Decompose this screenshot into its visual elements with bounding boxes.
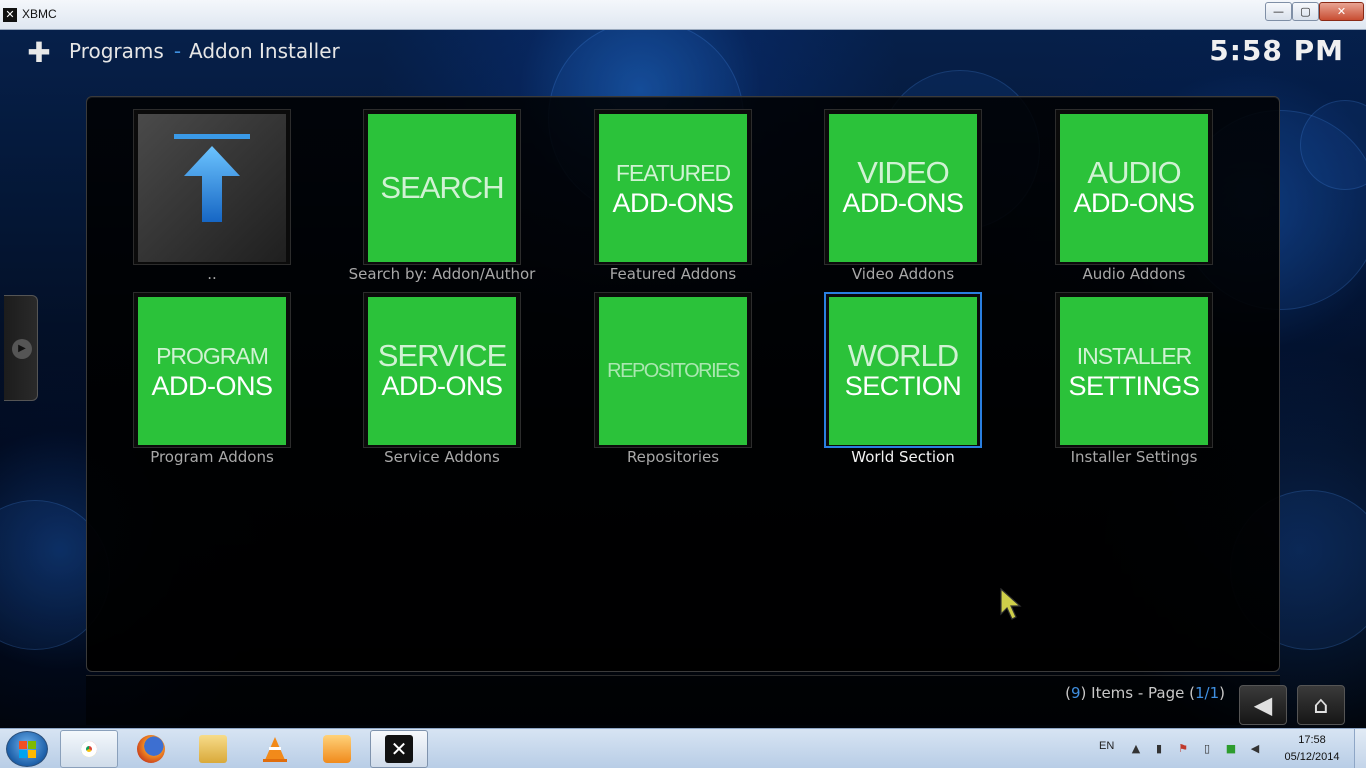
chevron-right-icon: ▶ bbox=[12, 339, 32, 359]
volume-icon[interactable]: ◀ bbox=[1249, 743, 1261, 755]
tile-text: AUDIO bbox=[1087, 155, 1181, 190]
maximize-button[interactable]: ▢ bbox=[1292, 2, 1319, 21]
tile-image: INSTALLER SETTINGS bbox=[1060, 297, 1208, 445]
tile-text: WORLD bbox=[847, 338, 959, 373]
tile-image: FEATURED ADD-ONS bbox=[599, 114, 747, 262]
tray-date[interactable]: 05/12/2014 bbox=[1280, 751, 1344, 763]
home-button[interactable]: ⌂ bbox=[1297, 685, 1345, 725]
page-indicator: 1/1 bbox=[1195, 684, 1220, 702]
tile-text: SECTION bbox=[844, 371, 962, 401]
tile-text: ADD-ONS bbox=[612, 188, 734, 218]
item-count: (9) Items - Page (1/1) bbox=[1065, 684, 1225, 702]
grid-item-search[interactable]: SEARCH Search by: Addon/Author bbox=[317, 97, 547, 283]
tile-frame: SERVICE ADD-ONS bbox=[363, 292, 521, 448]
tile-label: World Section bbox=[851, 448, 955, 466]
close-button[interactable]: ✕ bbox=[1319, 2, 1364, 21]
xbmc-icon: ✕ bbox=[3, 8, 17, 22]
puzzle-icon: ✚ bbox=[27, 36, 51, 69]
tile-image: AUDIO ADD-ONS bbox=[1060, 114, 1208, 262]
system-tray: EN ▲ ▮ ⚑ ▯ ■ ◀ 17:58 05/12/2014 bbox=[0, 729, 1366, 768]
tile-text: ADD-ONS bbox=[842, 188, 964, 218]
tile-label: Program Addons bbox=[150, 448, 274, 466]
tile-frame bbox=[133, 109, 291, 265]
home-icon: ⌂ bbox=[1313, 691, 1329, 719]
flag-alert-icon[interactable]: ⚑ bbox=[1177, 743, 1189, 755]
grid-item-audio[interactable]: AUDIO ADD-ONS Audio Addons bbox=[1009, 97, 1239, 283]
tile-frame: FEATURED ADD-ONS bbox=[594, 109, 752, 265]
tile-text: INSTALLER bbox=[1076, 343, 1193, 369]
window-title: XBMC bbox=[22, 7, 57, 21]
tile-frame: AUDIO ADD-ONS bbox=[1055, 109, 1213, 265]
breadcrumb-page: Addon Installer bbox=[189, 39, 340, 63]
side-menu-tab[interactable]: ▶ bbox=[4, 295, 38, 401]
xbmc-stage: ✚ Programs - Addon Installer 5:58 PM ▶ .… bbox=[0, 30, 1366, 728]
tile-text: ADD-ONS bbox=[1073, 188, 1195, 218]
grid-item-program[interactable]: PROGRAM ADD-ONS Program Addons bbox=[87, 280, 317, 466]
up-arrow-icon bbox=[138, 114, 286, 262]
breadcrumb-separator: - bbox=[173, 39, 182, 63]
grid-item-service[interactable]: SERVICE ADD-ONS Service Addons bbox=[317, 280, 547, 466]
item-count-number: 9 bbox=[1070, 684, 1081, 702]
battery-icon[interactable]: ▯ bbox=[1201, 743, 1213, 755]
grid-item-repositories[interactable]: REPOSITORIES Repositories bbox=[548, 280, 778, 466]
tile-label: Service Addons bbox=[384, 448, 500, 466]
tile-frame: SEARCH bbox=[363, 109, 521, 265]
tile-frame: VIDEO ADD-ONS bbox=[824, 109, 982, 265]
tile-image: PROGRAM ADD-ONS bbox=[138, 297, 286, 445]
tile-text: FEATURED bbox=[615, 160, 731, 186]
tile-image: SERVICE ADD-ONS bbox=[368, 297, 516, 445]
tray-time[interactable]: 17:58 bbox=[1290, 734, 1334, 746]
grid-item-world[interactable]: WORLD SECTION World Section bbox=[778, 280, 1008, 466]
addon-grid: .. SEARCH Search by: Addon/Author FEATUR… bbox=[87, 97, 1279, 671]
tile-image: WORLD SECTION bbox=[829, 297, 977, 445]
network-signal-icon[interactable]: ▮ bbox=[1153, 743, 1165, 755]
back-button[interactable]: ◀ bbox=[1239, 685, 1287, 725]
tile-text: PROGRAM bbox=[156, 343, 269, 369]
tile-frame: INSTALLER SETTINGS bbox=[1055, 292, 1213, 448]
taskbar: ✕ EN ▲ ▮ ⚑ ▯ ■ ◀ 17:58 05/12/2014 bbox=[0, 728, 1366, 768]
sync-icon[interactable]: ■ bbox=[1225, 743, 1237, 755]
minimize-button[interactable]: — bbox=[1265, 2, 1292, 21]
grid-item-video[interactable]: VIDEO ADD-ONS Video Addons bbox=[778, 97, 1008, 283]
tile-label: Repositories bbox=[626, 448, 720, 466]
tile-image: VIDEO ADD-ONS bbox=[829, 114, 977, 262]
grid-item-parent[interactable]: .. bbox=[87, 97, 317, 283]
mouse-cursor-icon bbox=[1000, 588, 1022, 620]
breadcrumb-section: Programs bbox=[69, 39, 164, 63]
back-arrow-icon: ◀ bbox=[1253, 691, 1273, 719]
grid-item-featured[interactable]: FEATURED ADD-ONS Featured Addons bbox=[548, 97, 778, 283]
show-desktop-button[interactable] bbox=[1354, 729, 1366, 768]
tile-image: SEARCH bbox=[368, 114, 516, 262]
grid-item-installer[interactable]: INSTALLER SETTINGS Installer Settings bbox=[1009, 280, 1239, 466]
clock: 5:58 PM bbox=[1209, 34, 1344, 67]
tile-frame: REPOSITORIES bbox=[594, 292, 752, 448]
language-indicator[interactable]: EN bbox=[1099, 740, 1114, 752]
tile-text: VIDEO bbox=[857, 155, 949, 190]
tile-frame: WORLD SECTION bbox=[824, 292, 982, 448]
tile-text: REPOSITORIES bbox=[607, 360, 740, 382]
window-titlebar[interactable]: ✕ XBMC — ▢ ✕ bbox=[0, 0, 1366, 30]
tile-text: ADD-ONS bbox=[381, 371, 503, 401]
breadcrumb: Programs - Addon Installer bbox=[69, 39, 340, 63]
tile-text: SEARCH bbox=[380, 170, 504, 205]
tile-label: Installer Settings bbox=[1070, 448, 1198, 466]
tile-text: ADD-ONS bbox=[151, 371, 273, 401]
tile-text: SETTINGS bbox=[1068, 371, 1200, 401]
show-hidden-icons-icon[interactable]: ▲ bbox=[1130, 743, 1142, 755]
tile-frame: PROGRAM ADD-ONS bbox=[133, 292, 291, 448]
tile-text: SERVICE bbox=[377, 338, 508, 373]
tile-image: REPOSITORIES bbox=[599, 297, 747, 445]
addon-panel: .. SEARCH Search by: Addon/Author FEATUR… bbox=[86, 96, 1280, 672]
